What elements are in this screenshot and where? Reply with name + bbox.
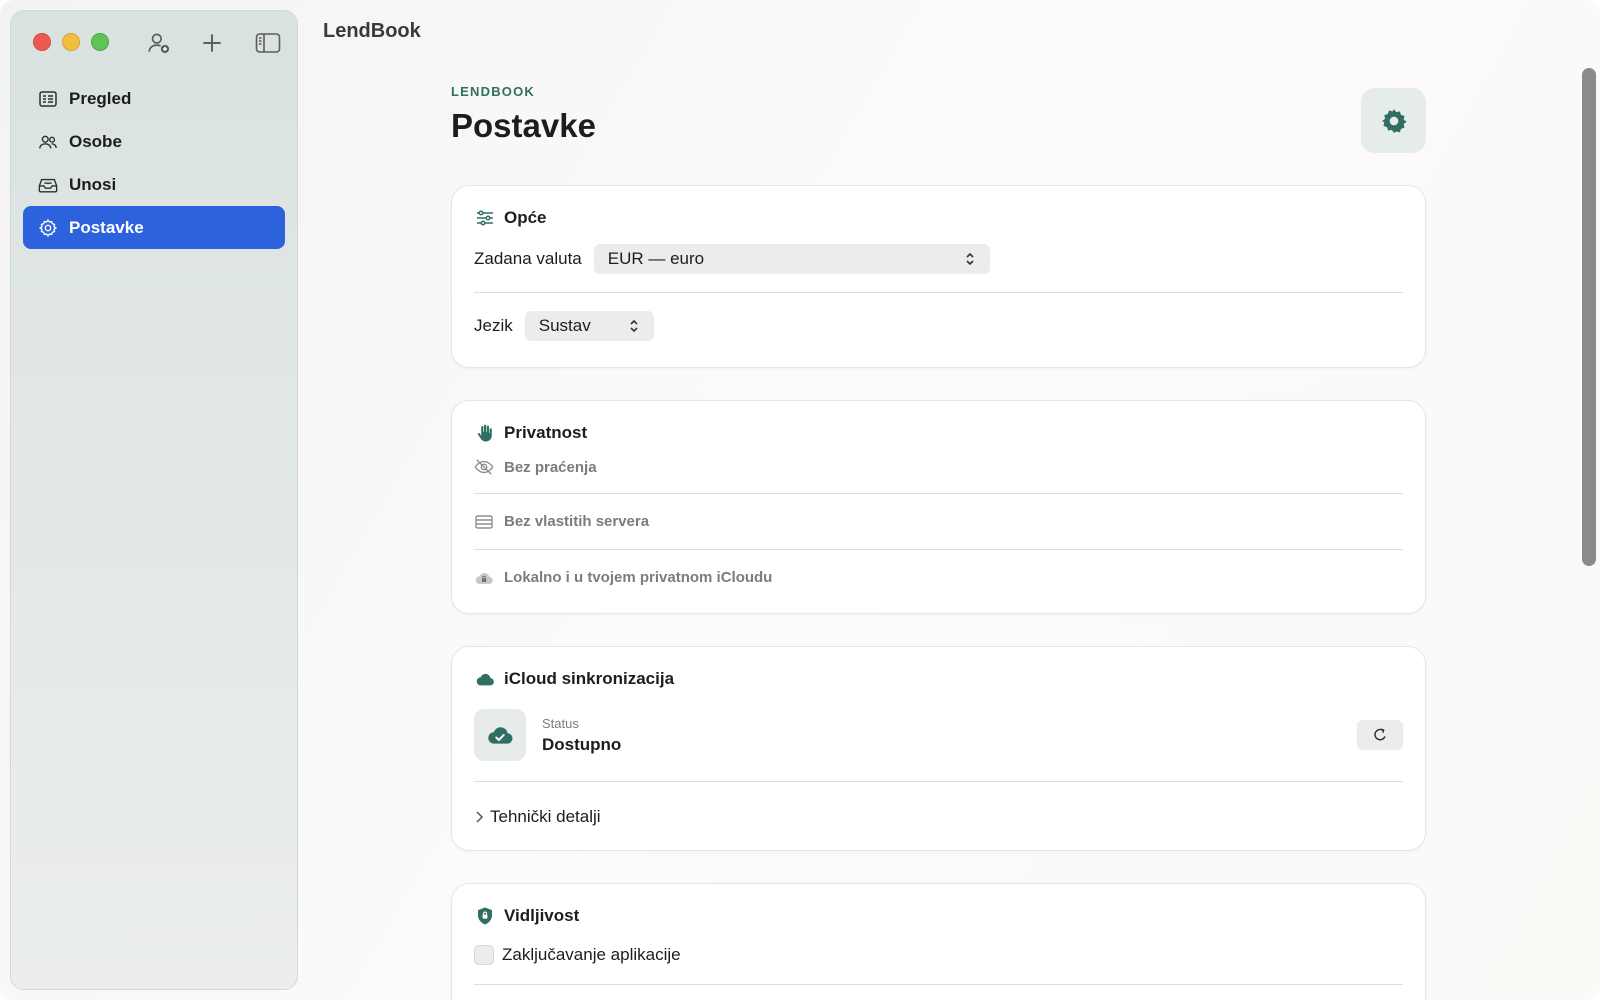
technical-details-label: Tehnički detalji — [490, 807, 601, 826]
card-title: Privatnost — [504, 423, 588, 442]
visibility-card: Vidljivost Zaključavanje aplikacije — [451, 883, 1426, 1000]
add-person-icon[interactable] — [145, 29, 173, 57]
currency-label: Zadana valuta — [474, 249, 582, 268]
page-title: Postavke — [451, 107, 596, 144]
server-icon — [474, 512, 494, 532]
card-title: Vidljivost — [504, 906, 580, 925]
sidebar: Pregled Osobe Unosi Postavke — [10, 10, 298, 990]
refresh-icon — [1374, 728, 1386, 741]
status-label: Status — [542, 715, 579, 731]
chevron-up-down-icon — [966, 252, 974, 266]
sidebar-item-label: Postavke — [69, 217, 144, 237]
sidebar-nav: Pregled Osobe Unosi Postavke — [23, 77, 285, 249]
sidebar-toggle-icon[interactable] — [254, 29, 282, 57]
card-header: Privatnost — [474, 423, 1403, 443]
refresh-button[interactable] — [1357, 720, 1403, 750]
currency-value: EUR — euro — [607, 249, 705, 268]
language-label: Jezik — [474, 316, 513, 335]
privacy-item: Bez vlastitih servera — [474, 494, 1403, 549]
privacy-item: Bez praćenja — [474, 449, 1403, 485]
gear-icon — [1381, 108, 1407, 133]
app-lock-label: Zaključavanje aplikacije — [502, 945, 681, 964]
language-row: Jezik Sustav — [474, 311, 1403, 341]
page-eyebrow: LENDBOOK — [451, 84, 535, 99]
general-card: Opće Zadana valuta EUR — euro Jezik Sust… — [451, 185, 1426, 368]
minimize-window-button[interactable] — [62, 33, 80, 51]
status-value: Dostupno — [542, 734, 622, 754]
cloud-icon — [474, 668, 496, 690]
divider — [474, 984, 1403, 985]
sidebar-item-pregled[interactable]: Pregled — [23, 77, 285, 120]
privacy-item-label: Bez vlastitih servera — [504, 513, 650, 530]
cloud-check-icon — [474, 709, 526, 761]
card-title: Opće — [504, 208, 547, 227]
sidebar-item-unosi[interactable]: Unosi — [23, 163, 285, 206]
app-window: Pregled Osobe Unosi Postavke LendBook LE… — [0, 0, 1600, 1000]
currency-row: Zadana valuta EUR — euro — [474, 244, 1403, 274]
eye-slash-icon — [474, 457, 494, 477]
shield-lock-icon — [474, 905, 496, 927]
sync-status-row: Status Dostupno — [474, 709, 1403, 761]
divider — [474, 781, 1403, 782]
settings-button[interactable] — [1361, 88, 1426, 153]
plus-icon[interactable] — [198, 29, 226, 57]
icloud-card: iCloud sinkronizacija Status Dostupno Te… — [451, 646, 1426, 851]
card-title: iCloud sinkronizacija — [504, 669, 675, 688]
overview-icon — [37, 88, 59, 110]
privacy-item-label: Lokalno i u tvojem privatnom iCloudu — [504, 569, 773, 586]
close-window-button[interactable] — [33, 33, 51, 51]
sliders-icon — [474, 207, 496, 229]
sidebar-item-label: Pregled — [69, 88, 132, 108]
window-controls — [33, 33, 109, 51]
sidebar-item-label: Osobe — [69, 131, 122, 151]
privacy-item: Lokalno i u tvojem privatnom iCloudu — [474, 550, 1403, 605]
people-icon — [37, 131, 59, 153]
hand-raised-icon — [474, 422, 496, 444]
inbox-icon — [37, 174, 59, 196]
privacy-card: Privatnost Bez praćenja Bez vlastitih se… — [451, 400, 1426, 614]
language-select[interactable]: Sustav — [524, 311, 654, 341]
zoom-window-button[interactable] — [91, 33, 109, 51]
sidebar-item-postavke[interactable]: Postavke — [23, 206, 285, 249]
technical-details-disclosure[interactable]: Tehnički detalji — [474, 807, 1403, 827]
chevron-right-icon — [476, 811, 484, 823]
card-header: Vidljivost — [474, 906, 1403, 926]
divider — [474, 292, 1403, 293]
privacy-item-label: Bez praćenja — [504, 458, 597, 476]
window-title: LendBook — [323, 20, 421, 42]
card-header: Opće — [474, 208, 1403, 228]
sidebar-item-osobe[interactable]: Osobe — [23, 120, 285, 163]
app-lock-row: Zaključavanje aplikacije — [474, 944, 1403, 966]
scrollbar[interactable] — [1582, 68, 1596, 566]
app-lock-checkbox[interactable] — [474, 945, 494, 965]
gear-icon — [37, 217, 59, 239]
lock-cloud-icon — [474, 568, 494, 588]
status-text: Status Dostupno — [542, 716, 621, 755]
currency-select[interactable]: EUR — euro — [593, 244, 990, 274]
card-header: iCloud sinkronizacija — [474, 669, 1403, 689]
sidebar-item-label: Unosi — [69, 174, 117, 194]
page-header: LENDBOOK Postavke — [451, 84, 1426, 153]
language-value: Sustav — [538, 316, 591, 335]
chevron-up-down-icon — [630, 319, 638, 333]
